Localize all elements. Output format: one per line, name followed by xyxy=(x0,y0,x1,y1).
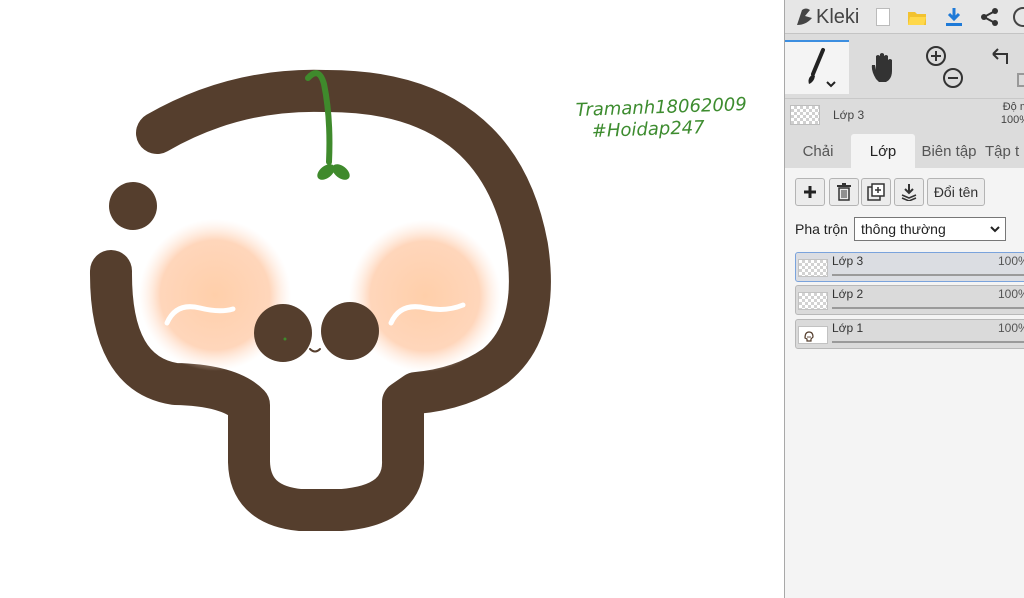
nose-left xyxy=(254,304,312,362)
layer-name: Lớp 2 xyxy=(832,287,864,301)
nose-right xyxy=(321,302,379,360)
opacity-label: Độ m xyxy=(1002,101,1024,113)
brush-tool[interactable] xyxy=(785,40,849,94)
current-layer-opacity: Độ m 100% xyxy=(989,101,1024,127)
head-dot xyxy=(109,182,157,230)
layer-item-1[interactable]: Lớp 1 100% xyxy=(795,319,1024,349)
layer-name: Lớp 1 xyxy=(832,321,864,335)
trash-icon xyxy=(837,183,851,201)
drawing-canvas[interactable]: Tramanh18062009 #Hoidap247 xyxy=(0,0,784,598)
tab-file[interactable]: Tập t xyxy=(985,134,1024,168)
kleki-logo-icon xyxy=(797,8,812,25)
layer-preview-icon xyxy=(804,331,814,342)
merge-down-icon xyxy=(901,184,917,201)
hand-icon xyxy=(871,53,892,82)
delete-layer-button[interactable] xyxy=(829,178,859,206)
opacity-value: 100% xyxy=(1000,114,1024,126)
undo-icon xyxy=(992,48,1024,87)
layer-opacity: 100% xyxy=(998,254,1024,268)
tab-edit[interactable]: Biên tập xyxy=(915,134,983,168)
chevron-down-icon xyxy=(990,226,1000,233)
layer-thumbnail xyxy=(798,326,828,344)
add-layer-button[interactable] xyxy=(795,178,825,206)
blend-mode-value: thông thường xyxy=(861,221,946,237)
current-layer-thumbnail xyxy=(790,105,820,125)
nose-highlight xyxy=(283,337,287,341)
zoom-in-icon[interactable] xyxy=(926,46,946,66)
undo-tool[interactable] xyxy=(985,40,1024,94)
zoom-out-icon[interactable] xyxy=(943,68,963,88)
signature-line-1: Tramanh18062009 xyxy=(575,94,747,121)
artwork: Tramanh18062009 #Hoidap247 xyxy=(89,69,747,531)
tool-row xyxy=(785,40,1024,96)
current-layer-name: Lớp 3 xyxy=(833,108,865,122)
rename-layer-button[interactable]: Đổi tên xyxy=(927,178,985,206)
layer-thumbnail xyxy=(798,259,828,277)
opacity-slider-track xyxy=(832,307,1024,309)
layer-name: Lớp 3 xyxy=(832,254,864,268)
blend-mode-label: Pha trộn xyxy=(795,221,848,237)
merge-down-button[interactable] xyxy=(894,178,924,206)
brush-icon xyxy=(808,48,836,88)
layer-opacity: 100% xyxy=(998,321,1024,335)
layer-thumbnail xyxy=(798,292,828,310)
help-icon[interactable] xyxy=(1011,5,1024,29)
duplicate-icon xyxy=(867,183,885,201)
top-toolbar: Kleki xyxy=(785,0,1024,34)
new-file-icon[interactable] xyxy=(871,5,895,29)
duplicate-layer-button[interactable] xyxy=(861,178,891,206)
layers-panel: Đổi tên Pha trộn thông thường Lớp 3 100%… xyxy=(785,168,1024,598)
side-panel: Kleki Lớp 3 Độ 100 Chải Lớp Biên tập Tập… xyxy=(784,0,1024,598)
hand-tool[interactable] xyxy=(855,40,909,94)
blend-mode-row: Pha trộn thông thường xyxy=(795,217,1024,241)
share-icon[interactable] xyxy=(978,5,1002,29)
current-layer-bar: Lớp 3 Độ m 100% xyxy=(785,98,1024,132)
opacity-slider-track xyxy=(832,274,1024,276)
mouth xyxy=(309,348,321,353)
app-logo[interactable]: Kleki xyxy=(793,4,859,30)
zoom-controls xyxy=(921,40,971,94)
download-icon[interactable] xyxy=(942,5,966,29)
blend-mode-select[interactable]: thông thường xyxy=(854,217,1006,241)
layer-item-3[interactable]: Lớp 3 100% xyxy=(795,252,1024,282)
plus-icon xyxy=(804,186,816,198)
tab-layers[interactable]: Lớp xyxy=(851,134,915,168)
app-name: Kleki xyxy=(816,5,860,28)
signature-line-2: #Hoidap247 xyxy=(591,117,705,142)
layer-item-2[interactable]: Lớp 2 100% xyxy=(795,285,1024,315)
tab-brush[interactable]: Chải xyxy=(785,134,851,168)
layer-opacity: 100% xyxy=(998,287,1024,301)
panel-tabs: Chải Lớp Biên tập Tập t xyxy=(785,134,1024,168)
open-folder-icon[interactable] xyxy=(905,5,929,29)
opacity-slider-track xyxy=(832,341,1024,343)
